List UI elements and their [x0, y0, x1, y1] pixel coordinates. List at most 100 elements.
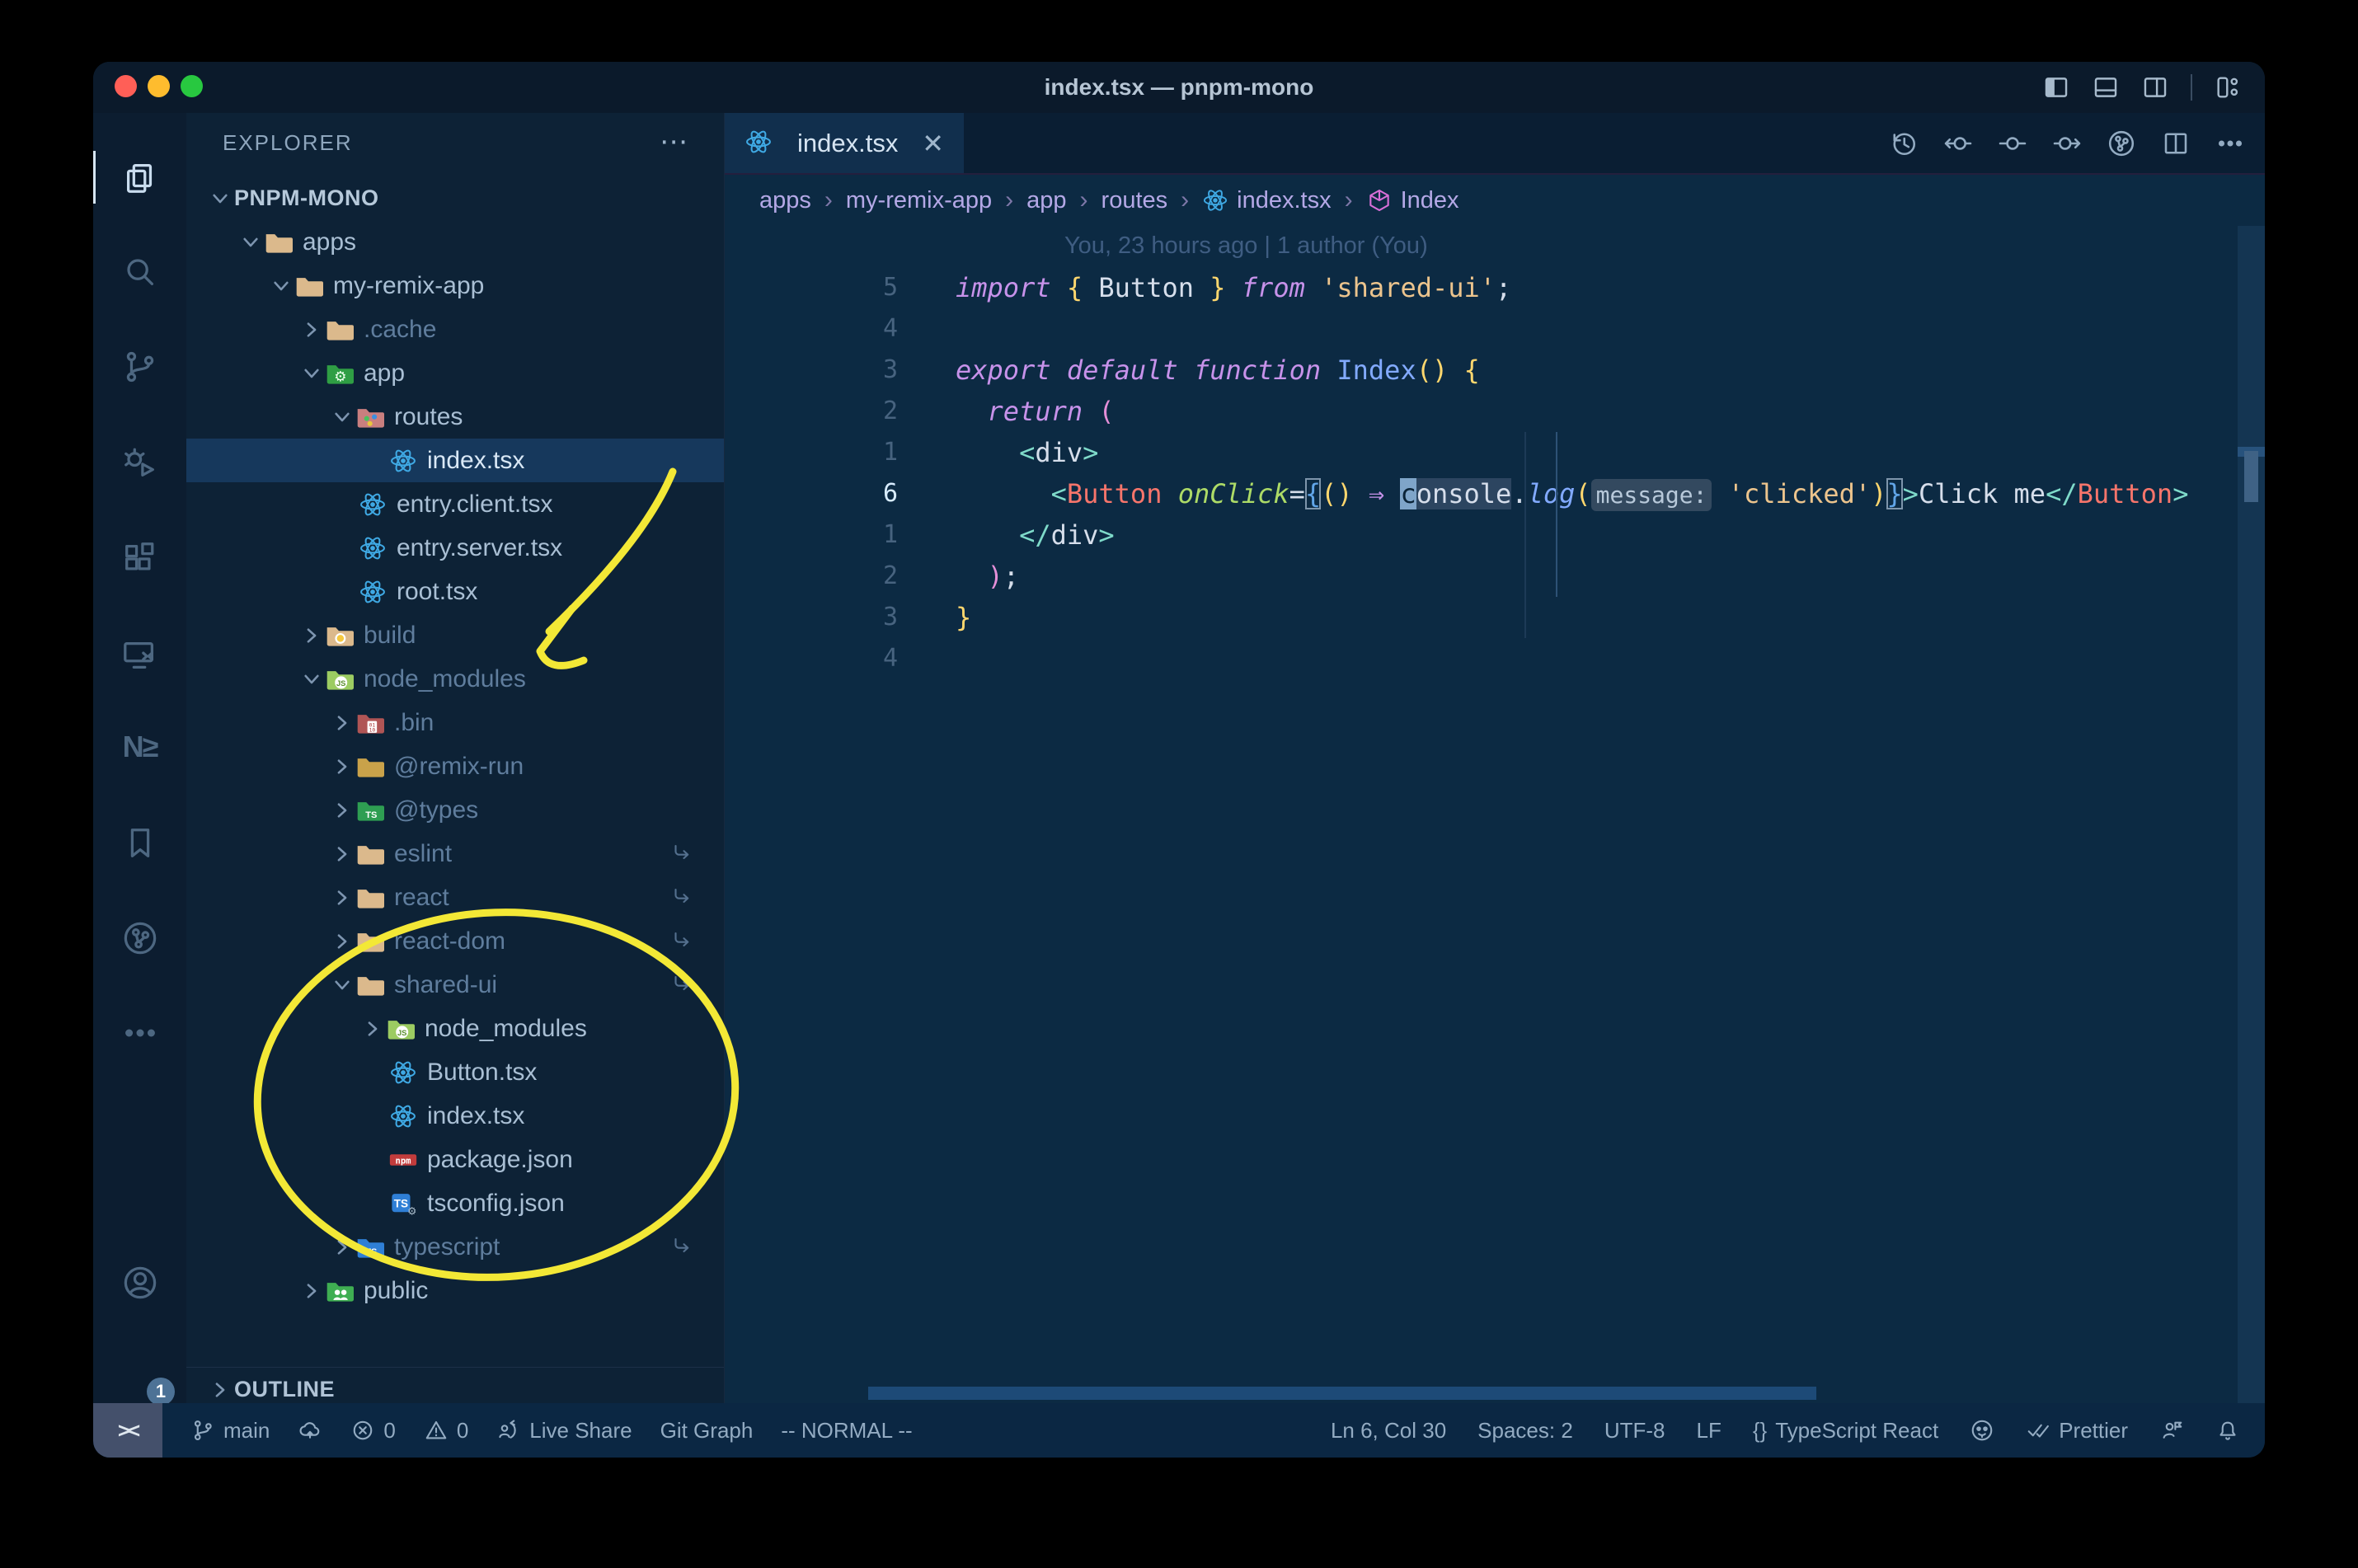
toggle-secondary-sidebar-icon[interactable]	[2141, 73, 2169, 101]
code-line[interactable]: 6 <Button onClick={() ⇒ console.log(mess…	[725, 473, 2237, 514]
tree-item-routes[interactable]: routes	[186, 395, 724, 439]
status-remote-indicator[interactable]: ><	[93, 1403, 162, 1458]
activity-git-graph-icon[interactable]	[93, 905, 186, 971]
activity-extensions-icon[interactable]	[93, 526, 186, 592]
code-line[interactable]: 1 </div>	[725, 514, 2237, 556]
status-warnings[interactable]: 0	[424, 1418, 468, 1444]
status-prettier[interactable]: Prettier	[2026, 1418, 2128, 1444]
status-errors[interactable]: 0	[350, 1418, 396, 1444]
toggle-panel-icon[interactable]	[2092, 73, 2120, 101]
react-icon	[1202, 187, 1228, 214]
tree-item--bin[interactable]: 01 10 .bin	[186, 701, 724, 744]
code-line[interactable]: 3}	[725, 597, 2237, 638]
tree-item-label: index.tsx	[427, 1101, 525, 1129]
tab-index-tsx[interactable]: index.tsx ✕	[725, 113, 964, 173]
code-area[interactable]: You, 23 hours ago | 1 author (You) 5 impo…	[725, 226, 2237, 1403]
customize-layout-icon[interactable]	[2214, 73, 2242, 101]
prev-change-icon[interactable]	[1943, 129, 1973, 158]
tree-item--types[interactable]: TS @types	[186, 788, 724, 832]
code-line[interactable]: 4	[725, 638, 2237, 679]
symlink-icon	[669, 885, 694, 910]
status-eol[interactable]: LF	[1696, 1418, 1721, 1444]
code-line[interactable]: 2 );	[725, 556, 2237, 597]
tree-item--remix-run[interactable]: @remix-run	[186, 744, 724, 788]
activity-additional-views-icon[interactable]	[93, 1000, 186, 1066]
tree-item-react-dom[interactable]: react-dom	[186, 919, 724, 963]
breadcrumb-item-index-tsx[interactable]: index.tsx	[1202, 187, 1332, 214]
next-change-icon[interactable]	[2052, 129, 2082, 158]
tree-item-entry-client-tsx[interactable]: entry.client.tsx	[186, 482, 724, 526]
svg-text:TS: TS	[365, 1246, 377, 1256]
tree-item-package-json[interactable]: npm package.json	[186, 1138, 724, 1181]
status-indentation[interactable]: Spaces: 2	[1477, 1418, 1573, 1444]
tree-item--cache[interactable]: .cache	[186, 307, 724, 351]
scrollbar-thumb[interactable]	[2244, 451, 2258, 502]
activity-nx-console-icon[interactable]: N≥	[93, 714, 186, 780]
more-actions-icon[interactable]	[2215, 129, 2245, 158]
toggle-sidebar-icon[interactable]	[2042, 73, 2070, 101]
code-line[interactable]: 5 import { Button } from 'shared-ui';	[725, 267, 2237, 308]
status-git-branch[interactable]: main	[190, 1418, 270, 1444]
tree-item-index-tsx[interactable]: index.tsx	[186, 439, 724, 482]
tree-item-my-remix-app[interactable]: my-remix-app	[186, 264, 724, 307]
status-github[interactable]	[1970, 1418, 1994, 1443]
git-graph-icon[interactable]	[2107, 129, 2136, 158]
tree-item-apps[interactable]: apps	[186, 220, 724, 264]
horizontal-scrollbar[interactable]	[868, 1387, 1816, 1400]
line-number: 3	[882, 355, 898, 384]
activity-search-icon[interactable]	[93, 239, 186, 305]
status-language-mode[interactable]: {} TypeScript React	[1753, 1418, 1938, 1444]
activity-remote-explorer-icon[interactable]	[93, 622, 186, 688]
status-cursor-position[interactable]: Ln 6, Col 30	[1331, 1418, 1446, 1444]
code-token: }	[1210, 272, 1226, 303]
split-editor-icon[interactable]	[2161, 129, 2191, 158]
tree-item-react[interactable]: react	[186, 876, 724, 919]
tree-item-typescript[interactable]: TS typescript	[186, 1225, 724, 1269]
close-tab-icon[interactable]: ✕	[922, 128, 944, 159]
activity-explorer-icon[interactable]	[93, 144, 186, 210]
breadcrumb-item-index[interactable]: Index	[1366, 187, 1459, 214]
history-icon[interactable]	[1889, 129, 1919, 158]
code-line[interactable]: 1 <div>	[725, 432, 2237, 473]
status-encoding[interactable]: UTF-8	[1604, 1418, 1665, 1444]
tree-item-tsconfig-json[interactable]: TS ⚙ tsconfig.json	[186, 1181, 724, 1225]
tree-item-shared-ui[interactable]: shared-ui	[186, 963, 724, 1007]
status-publish-changes[interactable]	[298, 1418, 322, 1443]
activity-settings-icon[interactable]: 1	[93, 1345, 186, 1411]
code-line[interactable]: 4	[725, 308, 2237, 350]
code-line[interactable]: 3 export default function Index() {	[725, 350, 2237, 391]
code-token: 'clicked'	[1727, 478, 1872, 509]
status-feedback[interactable]	[2159, 1418, 2184, 1443]
tree-item-button-tsx[interactable]: Button.tsx	[186, 1050, 724, 1094]
breadcrumb-item-my-remix-app[interactable]: my-remix-app	[846, 187, 992, 214]
status-vim-mode[interactable]: -- NORMAL --	[781, 1418, 912, 1444]
symlink-icon	[669, 842, 694, 866]
code-token: )	[1871, 478, 1887, 509]
tree-item-node-modules[interactable]: JS node_modules	[186, 657, 724, 701]
activity-run-and-debug-icon[interactable]	[93, 430, 186, 495]
tree-root-pnpm-mono[interactable]: PNPM-MONO	[186, 176, 724, 220]
status-live-share[interactable]: Live Share	[496, 1418, 632, 1444]
activity-source-control-icon[interactable]	[93, 334, 186, 400]
tree-item-node-modules[interactable]: JS node_modules	[186, 1007, 724, 1050]
breadcrumb-item-app[interactable]: app	[1026, 187, 1066, 214]
tree-item-build[interactable]: build	[186, 613, 724, 657]
sidebar-more-actions[interactable]: ⋯	[660, 113, 688, 173]
activity-accounts-icon[interactable]	[93, 1250, 186, 1316]
status-notifications[interactable]	[2215, 1418, 2240, 1443]
tree-item-public[interactable]: public	[186, 1269, 724, 1312]
chevron-down-icon	[267, 272, 295, 300]
change-icon[interactable]	[1998, 129, 2027, 158]
breadcrumb-item-apps[interactable]: apps	[759, 187, 811, 214]
vertical-scrollbar[interactable]	[2238, 226, 2265, 1403]
tree-item-entry-server-tsx[interactable]: entry.server.tsx	[186, 526, 724, 570]
code-line[interactable]: 2 return (	[725, 391, 2237, 432]
tree-item-root-tsx[interactable]: root.tsx	[186, 570, 724, 613]
tree-item-index-tsx[interactable]: index.tsx	[186, 1094, 724, 1138]
activity-bookmarks-icon[interactable]	[93, 810, 186, 876]
tree-item-app[interactable]: ⚙ app	[186, 351, 724, 395]
status-git-graph[interactable]: Git Graph	[660, 1418, 754, 1444]
breadcrumb-item-routes[interactable]: routes	[1101, 187, 1168, 214]
tree-item-eslint[interactable]: eslint	[186, 832, 724, 876]
folder-js-icon: JS	[387, 1015, 416, 1043]
